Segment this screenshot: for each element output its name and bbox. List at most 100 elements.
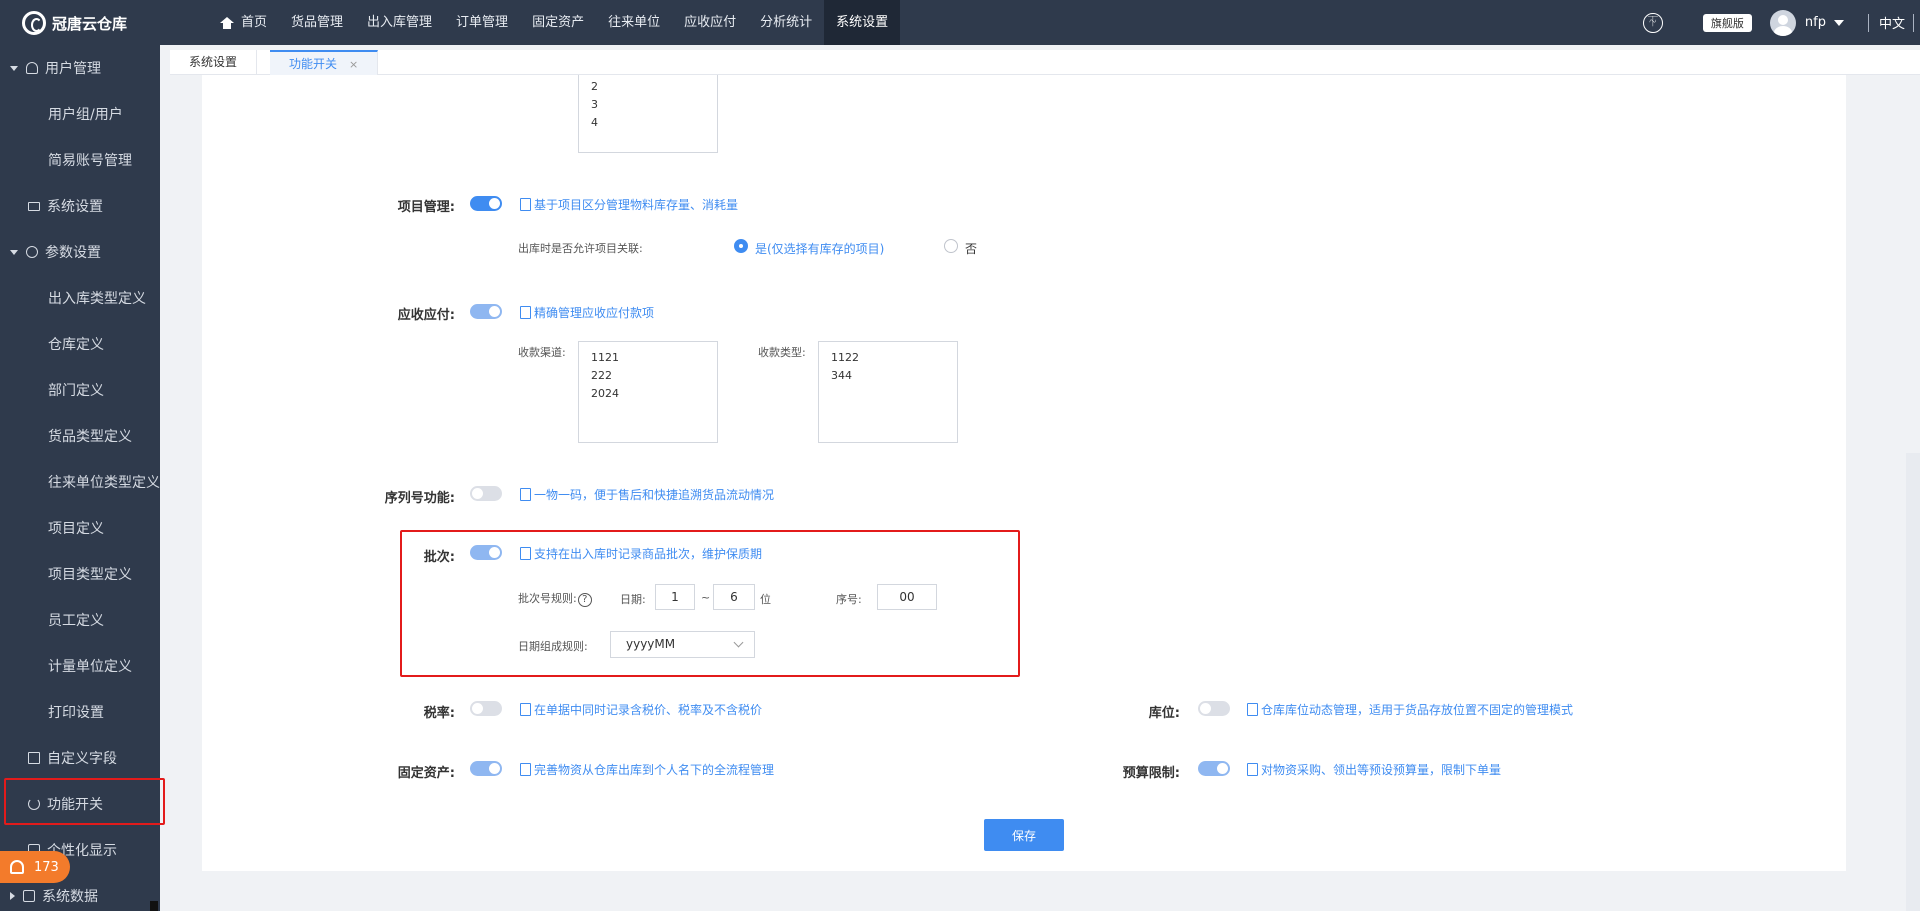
sidebar-item-label: 用户管理 — [45, 61, 101, 77]
monitor-icon — [28, 201, 40, 211]
sidebar-item-employee[interactable]: 员工定义 — [0, 597, 160, 643]
seq-input[interactable]: 00 — [877, 584, 937, 610]
nav-system-settings[interactable]: 系统设置 — [824, 0, 901, 45]
nav-orders[interactable]: 订单管理 — [444, 0, 520, 45]
chevron-down-icon[interactable] — [1833, 19, 1844, 26]
tab-system-settings[interactable]: 系统设置 — [170, 50, 258, 75]
desc-text: 对物资采购、领出等预设预算量，限制下单量 — [1261, 763, 1502, 777]
tax-label: 税率: — [423, 706, 455, 721]
project-allow-no-label[interactable]: 否 — [965, 240, 977, 257]
document-icon — [520, 488, 531, 501]
sidebar-item-simple-account[interactable]: 简易账号管理 — [0, 137, 160, 183]
language-switch[interactable]: 中文 — [1879, 13, 1905, 32]
seq-label: 序号: — [836, 593, 862, 606]
project-switch[interactable] — [470, 196, 502, 211]
fixed-asset-desc: 完善物资从仓库出库到个人名下的全流程管理 — [520, 761, 774, 778]
document-icon — [520, 306, 531, 319]
project-allow-yes-radio[interactable] — [734, 239, 748, 253]
fixed-asset-switch[interactable] — [470, 761, 502, 776]
type-list[interactable]: 1122 344 — [818, 341, 958, 443]
sidebar-item-user-mgmt[interactable]: 用户管理 — [0, 45, 160, 91]
project-allow-yes-label[interactable]: 是(仅选择有库存的项目) — [755, 240, 884, 257]
channel-list[interactable]: 1121 222 2024 — [578, 341, 718, 443]
app-name: 冠唐云仓库 — [52, 14, 128, 33]
nav-analytics[interactable]: 分析统计 — [748, 0, 824, 45]
nav-fixed-assets[interactable]: 固定资产 — [520, 0, 596, 45]
ar-ap-label: 应收应付: — [397, 308, 455, 323]
sidebar-item-custom-fields[interactable]: 自定义字段 — [0, 735, 160, 781]
help-icon[interactable]: ? — [577, 593, 592, 607]
document-icon — [1247, 703, 1258, 716]
desc-text: 仓库库位动态管理，适用于货品存放位置不固定的管理模式 — [1261, 703, 1574, 717]
sidebar-item-system-settings[interactable]: 系统设置 — [0, 183, 160, 229]
sidebar-item-goods-type[interactable]: 货品类型定义 — [0, 413, 160, 459]
date-rule-select[interactable]: yyyyMM — [610, 631, 755, 658]
type-label: 收款类型: — [758, 346, 806, 359]
sidebar-item-department[interactable]: 部门定义 — [0, 367, 160, 413]
budget-label: 预算限制: — [1122, 766, 1180, 781]
document-icon — [520, 703, 531, 716]
ar-ap-switch[interactable] — [470, 304, 502, 319]
sidebar-item-unit[interactable]: 计量单位定义 — [0, 643, 160, 689]
project-allow-no-radio[interactable] — [944, 239, 958, 253]
data-icon — [23, 890, 35, 902]
sidebar-scrollbar[interactable] — [150, 901, 158, 911]
serial-switch[interactable] — [470, 486, 502, 501]
tools-icon[interactable]: ⏇ — [1642, 12, 1663, 33]
batch-rule-text: 批次号规则: — [518, 592, 577, 605]
badge-count: 173 — [34, 859, 59, 875]
batch-switch[interactable] — [470, 545, 502, 560]
tab-feature-switch[interactable]: 功能开关 × — [270, 50, 379, 75]
home-icon — [220, 16, 234, 29]
nav-home-label: 首页 — [241, 15, 268, 30]
list-item: 2024 — [591, 387, 619, 400]
nav-inout[interactable]: 出入库管理 — [355, 0, 444, 45]
date-label: 日期: — [620, 593, 646, 606]
chevron-down-icon — [10, 65, 18, 71]
batch-label: 批次: — [423, 550, 455, 565]
close-icon[interactable]: × — [349, 58, 358, 71]
sidebar-item-param-settings[interactable]: 参数设置 — [0, 229, 160, 275]
list-item: 2 — [591, 80, 598, 93]
document-icon — [520, 763, 531, 776]
channel-label: 收款渠道: — [518, 346, 566, 359]
date-from-input[interactable]: 1 — [655, 584, 695, 610]
sidebar-item-label: 自定义字段 — [47, 751, 117, 767]
sidebar-item-project-type[interactable]: 项目类型定义 — [0, 551, 160, 597]
budget-switch[interactable] — [1198, 761, 1230, 776]
username[interactable]: nfp — [1805, 15, 1826, 30]
gear-icon — [26, 246, 38, 258]
batch-rule-label: 批次号规则:? — [518, 590, 592, 607]
list-box[interactable]: 2 3 4 — [578, 75, 718, 153]
sidebar-item-label: 参数设置 — [45, 245, 101, 261]
sidebar-item-user-group[interactable]: 用户组/用户 — [0, 91, 160, 137]
location-switch[interactable] — [1198, 701, 1230, 716]
date-to-input[interactable]: 6 — [713, 584, 755, 610]
app-logo[interactable]: 冠唐云仓库 — [22, 8, 127, 38]
nav-home[interactable]: 首页 — [208, 0, 279, 45]
divider — [1867, 13, 1869, 32]
project-desc: 基于项目区分管理物料库存量、消耗量 — [520, 196, 738, 213]
settings-card — [202, 75, 1846, 871]
tax-desc: 在单据中同时记录含税价、税率及不含税价 — [520, 701, 762, 718]
chevron-right-icon — [10, 892, 15, 900]
sidebar-item-partner-type[interactable]: 往来单位类型定义 — [0, 459, 160, 505]
sidebar-item-print[interactable]: 打印设置 — [0, 689, 160, 735]
save-button[interactable]: 保存 — [984, 819, 1064, 851]
document-icon — [520, 198, 531, 211]
tax-switch[interactable] — [470, 701, 502, 716]
sidebar-item-warehouse[interactable]: 仓库定义 — [0, 321, 160, 367]
notification-badge[interactable]: 173 — [0, 851, 70, 883]
sidebar-item-io-type[interactable]: 出入库类型定义 — [0, 275, 160, 321]
top-right-tools: ⏇ 旗舰版 nfp 中文 — [1642, 0, 1920, 45]
sidebar-item-project[interactable]: 项目定义 — [0, 505, 160, 551]
avatar[interactable] — [1769, 9, 1796, 36]
list-item: 3 — [591, 98, 598, 111]
serial-label: 序列号功能: — [384, 491, 455, 506]
nav-partners[interactable]: 往来单位 — [596, 0, 672, 45]
nav-ar-ap[interactable]: 应收应付 — [672, 0, 748, 45]
digit-unit: 位 — [760, 593, 771, 606]
desc-text: 基于项目区分管理物料库存量、消耗量 — [534, 198, 739, 212]
scroll-track[interactable] — [1906, 453, 1920, 911]
nav-goods[interactable]: 货品管理 — [279, 0, 355, 45]
